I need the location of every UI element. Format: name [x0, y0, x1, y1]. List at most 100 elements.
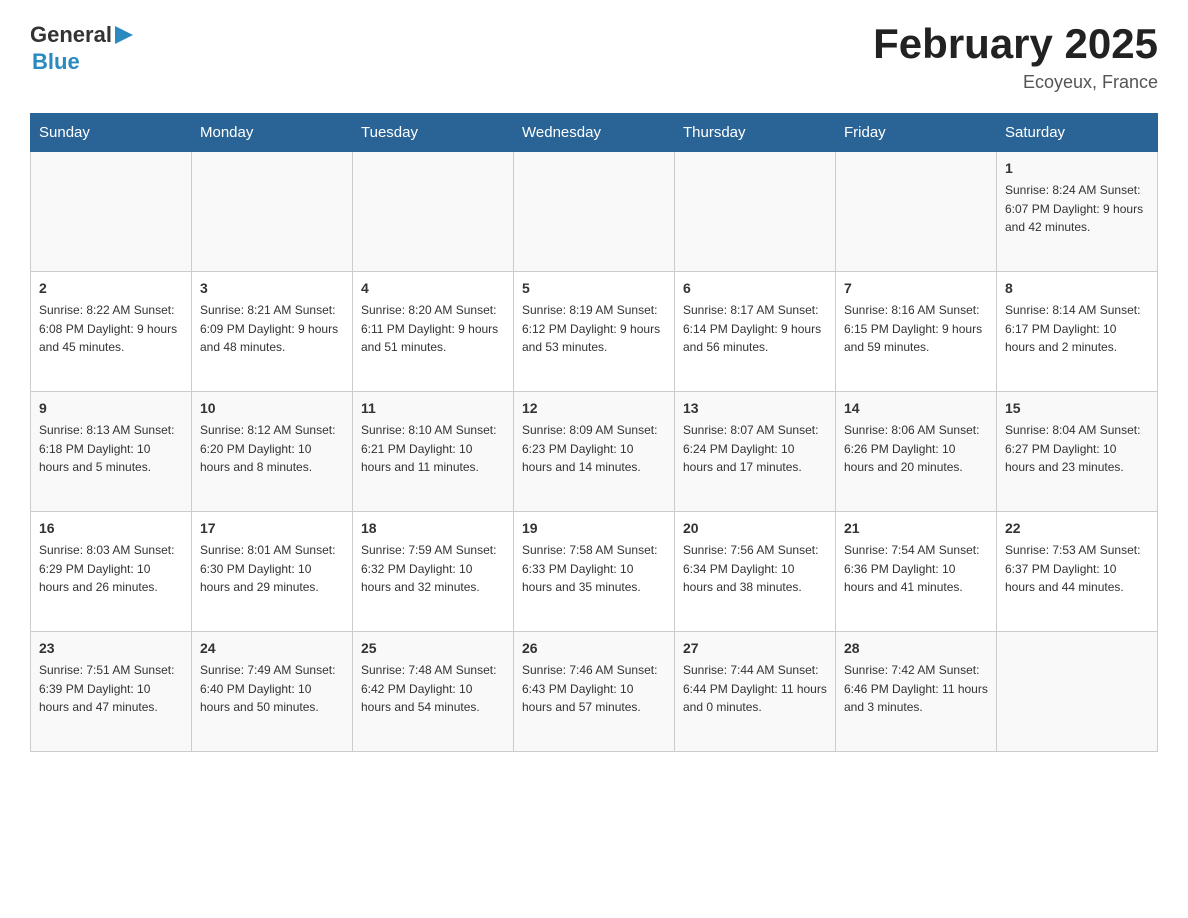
calendar-week-row: 23Sunrise: 7:51 AM Sunset: 6:39 PM Dayli…	[31, 632, 1158, 752]
day-number: 10	[200, 398, 344, 419]
day-number: 12	[522, 398, 666, 419]
header-cell-sunday: Sunday	[31, 114, 192, 152]
header-cell-wednesday: Wednesday	[514, 114, 675, 152]
day-number: 18	[361, 518, 505, 539]
day-info: Sunrise: 8:04 AM Sunset: 6:27 PM Dayligh…	[1005, 421, 1149, 477]
day-info: Sunrise: 8:21 AM Sunset: 6:09 PM Dayligh…	[200, 301, 344, 357]
day-info: Sunrise: 7:56 AM Sunset: 6:34 PM Dayligh…	[683, 541, 827, 597]
header-cell-friday: Friday	[836, 114, 997, 152]
calendar-cell	[997, 632, 1158, 752]
day-number: 28	[844, 638, 988, 659]
day-info: Sunrise: 8:14 AM Sunset: 6:17 PM Dayligh…	[1005, 301, 1149, 357]
day-info: Sunrise: 8:03 AM Sunset: 6:29 PM Dayligh…	[39, 541, 183, 597]
header-cell-tuesday: Tuesday	[353, 114, 514, 152]
calendar-cell	[192, 152, 353, 272]
day-info: Sunrise: 7:54 AM Sunset: 6:36 PM Dayligh…	[844, 541, 988, 597]
day-info: Sunrise: 8:22 AM Sunset: 6:08 PM Dayligh…	[39, 301, 183, 357]
day-number: 14	[844, 398, 988, 419]
day-number: 16	[39, 518, 183, 539]
calendar-cell: 14Sunrise: 8:06 AM Sunset: 6:26 PM Dayli…	[836, 392, 997, 512]
day-info: Sunrise: 8:20 AM Sunset: 6:11 PM Dayligh…	[361, 301, 505, 357]
calendar-cell: 10Sunrise: 8:12 AM Sunset: 6:20 PM Dayli…	[192, 392, 353, 512]
title-block: February 2025 Ecoyeux, France	[873, 20, 1158, 93]
day-number: 4	[361, 278, 505, 299]
calendar-cell: 18Sunrise: 7:59 AM Sunset: 6:32 PM Dayli…	[353, 512, 514, 632]
day-number: 27	[683, 638, 827, 659]
calendar-cell: 21Sunrise: 7:54 AM Sunset: 6:36 PM Dayli…	[836, 512, 997, 632]
day-number: 23	[39, 638, 183, 659]
page-subtitle: Ecoyeux, France	[873, 72, 1158, 93]
calendar-cell: 6Sunrise: 8:17 AM Sunset: 6:14 PM Daylig…	[675, 272, 836, 392]
page-title: February 2025	[873, 20, 1158, 68]
day-number: 3	[200, 278, 344, 299]
day-info: Sunrise: 7:53 AM Sunset: 6:37 PM Dayligh…	[1005, 541, 1149, 597]
header-cell-monday: Monday	[192, 114, 353, 152]
calendar-week-row: 16Sunrise: 8:03 AM Sunset: 6:29 PM Dayli…	[31, 512, 1158, 632]
calendar-cell: 11Sunrise: 8:10 AM Sunset: 6:21 PM Dayli…	[353, 392, 514, 512]
calendar-cell: 12Sunrise: 8:09 AM Sunset: 6:23 PM Dayli…	[514, 392, 675, 512]
day-info: Sunrise: 8:19 AM Sunset: 6:12 PM Dayligh…	[522, 301, 666, 357]
day-number: 19	[522, 518, 666, 539]
day-info: Sunrise: 8:12 AM Sunset: 6:20 PM Dayligh…	[200, 421, 344, 477]
day-info: Sunrise: 8:16 AM Sunset: 6:15 PM Dayligh…	[844, 301, 988, 357]
calendar-cell: 7Sunrise: 8:16 AM Sunset: 6:15 PM Daylig…	[836, 272, 997, 392]
day-info: Sunrise: 7:46 AM Sunset: 6:43 PM Dayligh…	[522, 661, 666, 717]
day-number: 22	[1005, 518, 1149, 539]
calendar-week-row: 2Sunrise: 8:22 AM Sunset: 6:08 PM Daylig…	[31, 272, 1158, 392]
day-info: Sunrise: 7:59 AM Sunset: 6:32 PM Dayligh…	[361, 541, 505, 597]
calendar-cell	[353, 152, 514, 272]
calendar-cell: 9Sunrise: 8:13 AM Sunset: 6:18 PM Daylig…	[31, 392, 192, 512]
day-number: 11	[361, 398, 505, 419]
calendar-cell: 8Sunrise: 8:14 AM Sunset: 6:17 PM Daylig…	[997, 272, 1158, 392]
day-number: 5	[522, 278, 666, 299]
day-number: 6	[683, 278, 827, 299]
day-info: Sunrise: 8:13 AM Sunset: 6:18 PM Dayligh…	[39, 421, 183, 477]
calendar-cell: 1Sunrise: 8:24 AM Sunset: 6:07 PM Daylig…	[997, 152, 1158, 272]
day-number: 15	[1005, 398, 1149, 419]
day-number: 1	[1005, 158, 1149, 179]
day-number: 13	[683, 398, 827, 419]
calendar-cell: 19Sunrise: 7:58 AM Sunset: 6:33 PM Dayli…	[514, 512, 675, 632]
logo-text-blue: Blue	[32, 49, 80, 75]
day-info: Sunrise: 7:42 AM Sunset: 6:46 PM Dayligh…	[844, 661, 988, 717]
day-number: 26	[522, 638, 666, 659]
logo: General Blue	[30, 20, 133, 75]
header-cell-thursday: Thursday	[675, 114, 836, 152]
calendar-cell	[31, 152, 192, 272]
logo-text-general: General	[30, 22, 112, 48]
day-info: Sunrise: 8:06 AM Sunset: 6:26 PM Dayligh…	[844, 421, 988, 477]
calendar-cell: 20Sunrise: 7:56 AM Sunset: 6:34 PM Dayli…	[675, 512, 836, 632]
logo-triangle-icon	[115, 26, 133, 44]
calendar-cell: 25Sunrise: 7:48 AM Sunset: 6:42 PM Dayli…	[353, 632, 514, 752]
calendar-cell: 15Sunrise: 8:04 AM Sunset: 6:27 PM Dayli…	[997, 392, 1158, 512]
calendar-cell: 23Sunrise: 7:51 AM Sunset: 6:39 PM Dayli…	[31, 632, 192, 752]
day-info: Sunrise: 7:49 AM Sunset: 6:40 PM Dayligh…	[200, 661, 344, 717]
day-number: 21	[844, 518, 988, 539]
day-number: 17	[200, 518, 344, 539]
calendar-cell: 17Sunrise: 8:01 AM Sunset: 6:30 PM Dayli…	[192, 512, 353, 632]
calendar-cell: 5Sunrise: 8:19 AM Sunset: 6:12 PM Daylig…	[514, 272, 675, 392]
calendar-cell: 16Sunrise: 8:03 AM Sunset: 6:29 PM Dayli…	[31, 512, 192, 632]
day-info: Sunrise: 8:01 AM Sunset: 6:30 PM Dayligh…	[200, 541, 344, 597]
page-header: General Blue February 2025 Ecoyeux, Fran…	[30, 20, 1158, 93]
day-info: Sunrise: 7:48 AM Sunset: 6:42 PM Dayligh…	[361, 661, 505, 717]
calendar-cell: 24Sunrise: 7:49 AM Sunset: 6:40 PM Dayli…	[192, 632, 353, 752]
calendar-cell: 27Sunrise: 7:44 AM Sunset: 6:44 PM Dayli…	[675, 632, 836, 752]
day-info: Sunrise: 7:51 AM Sunset: 6:39 PM Dayligh…	[39, 661, 183, 717]
calendar-week-row: 1Sunrise: 8:24 AM Sunset: 6:07 PM Daylig…	[31, 152, 1158, 272]
calendar-cell: 28Sunrise: 7:42 AM Sunset: 6:46 PM Dayli…	[836, 632, 997, 752]
day-info: Sunrise: 8:17 AM Sunset: 6:14 PM Dayligh…	[683, 301, 827, 357]
calendar-cell	[514, 152, 675, 272]
day-info: Sunrise: 8:10 AM Sunset: 6:21 PM Dayligh…	[361, 421, 505, 477]
header-cell-saturday: Saturday	[997, 114, 1158, 152]
calendar-cell: 4Sunrise: 8:20 AM Sunset: 6:11 PM Daylig…	[353, 272, 514, 392]
calendar-header-row: SundayMondayTuesdayWednesdayThursdayFrid…	[31, 114, 1158, 152]
day-number: 9	[39, 398, 183, 419]
calendar-cell: 22Sunrise: 7:53 AM Sunset: 6:37 PM Dayli…	[997, 512, 1158, 632]
calendar-week-row: 9Sunrise: 8:13 AM Sunset: 6:18 PM Daylig…	[31, 392, 1158, 512]
day-info: Sunrise: 8:07 AM Sunset: 6:24 PM Dayligh…	[683, 421, 827, 477]
day-number: 7	[844, 278, 988, 299]
day-info: Sunrise: 8:09 AM Sunset: 6:23 PM Dayligh…	[522, 421, 666, 477]
calendar-cell: 13Sunrise: 8:07 AM Sunset: 6:24 PM Dayli…	[675, 392, 836, 512]
calendar-cell	[675, 152, 836, 272]
